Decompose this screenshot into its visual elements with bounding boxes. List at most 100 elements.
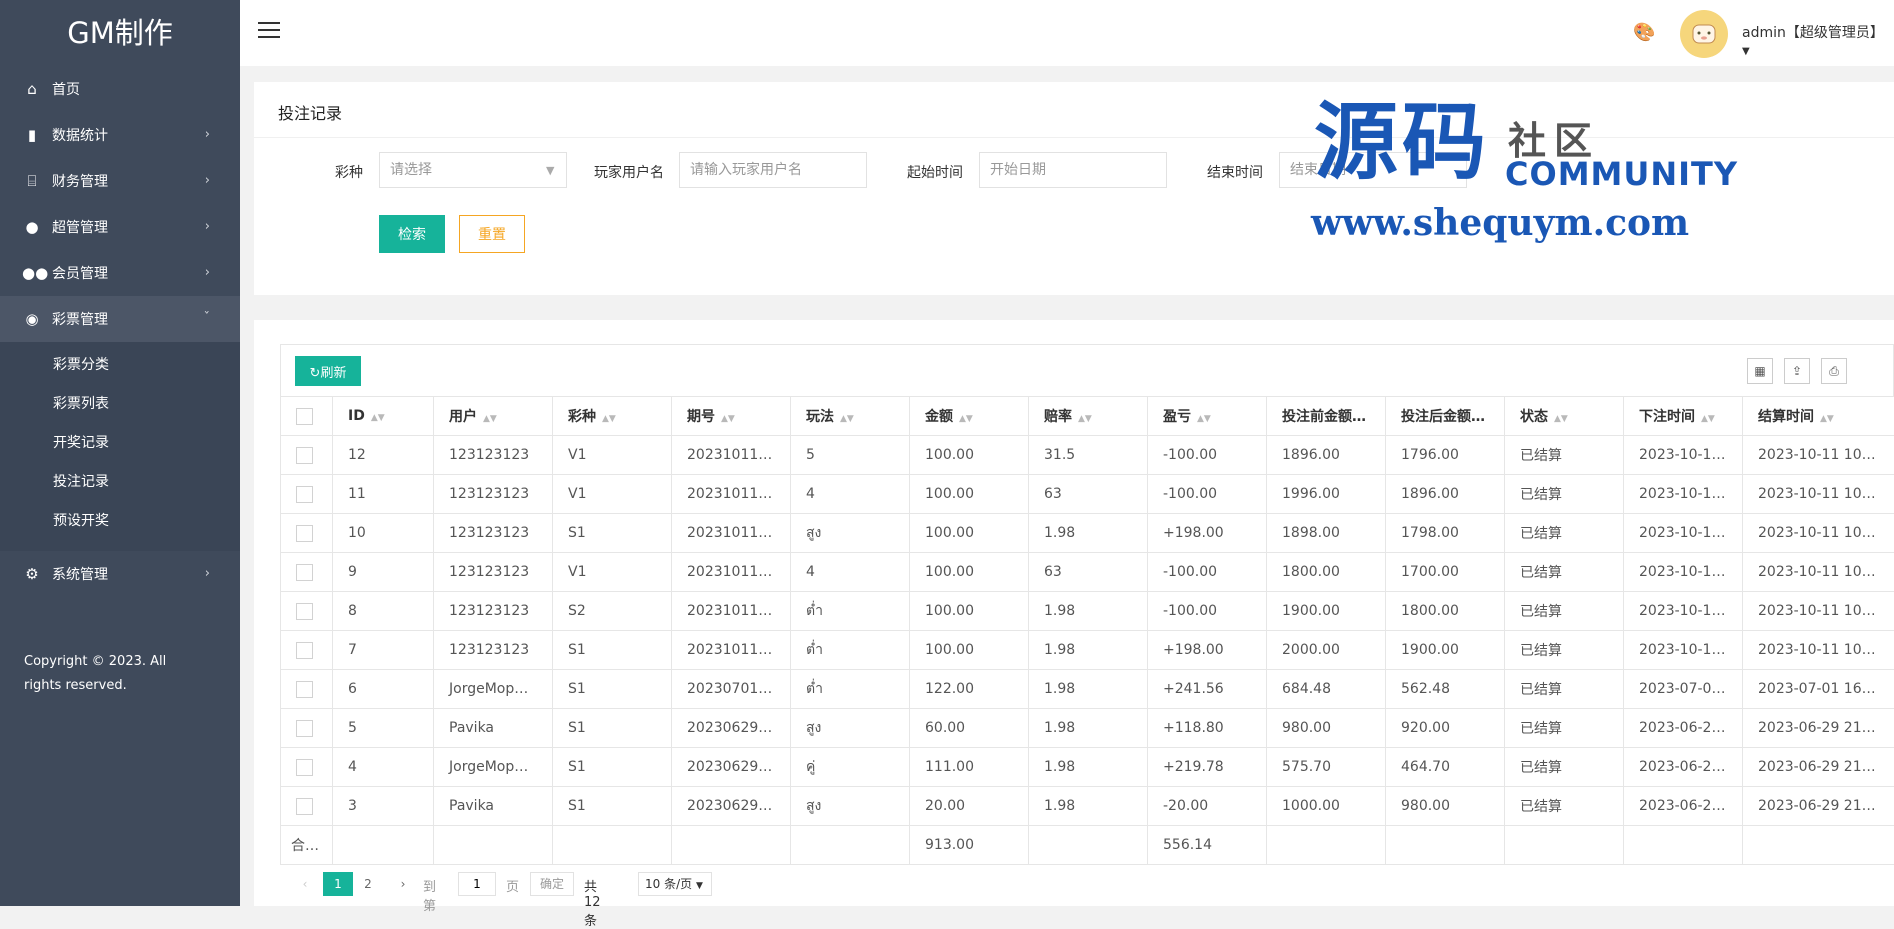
table-toolbar: ↻刷新 ▦ ⇪ ⎙	[280, 344, 1894, 396]
col-header[interactable]: 下注时间▲▼	[1624, 397, 1743, 436]
sidebar-item-statistics[interactable]: ▮数据统计 ›	[0, 112, 240, 158]
cell-amount: 100.00	[910, 514, 1029, 553]
col-header[interactable]: ID▲▼	[333, 397, 434, 436]
cell-pnl: -100.00	[1148, 436, 1267, 475]
cell-play: ต่ำ	[791, 592, 910, 631]
col-header[interactable]: 状态▲▼	[1505, 397, 1624, 436]
user-menu[interactable]: admin【超级管理员】 ▼	[1742, 22, 1894, 58]
col-header[interactable]: 期号▲▼	[672, 397, 791, 436]
start-date-input[interactable]	[979, 152, 1167, 188]
row-select-cell	[281, 514, 333, 553]
sort-icon[interactable]: ▲▼	[602, 414, 616, 424]
reset-button[interactable]: 重置	[459, 215, 525, 253]
row-checkbox[interactable]	[296, 798, 313, 815]
col-header[interactable]: 用户▲▼	[434, 397, 553, 436]
cell-settle-time: 2023-10-11 10:52	[1743, 592, 1894, 631]
avatar[interactable]	[1680, 10, 1728, 58]
cell-settle-time: 2023-10-11 10:52	[1743, 514, 1894, 553]
col-header[interactable]: 赔率▲▼	[1029, 397, 1148, 436]
col-header[interactable]: 结算时间▲▼	[1743, 397, 1894, 436]
page-2[interactable]: 2	[353, 872, 383, 896]
cell-odds: 1.98	[1029, 631, 1148, 670]
sort-icon[interactable]: ▲▼	[1554, 414, 1568, 424]
sort-icon[interactable]: ▲▼	[1820, 414, 1834, 424]
row-checkbox[interactable]	[296, 486, 313, 503]
cell-pnl: +198.00	[1148, 631, 1267, 670]
next-page-icon[interactable]: ›	[388, 872, 418, 896]
table-row[interactable]: 5PavikaS1202306293…สูง60.001.98+118.8098…	[281, 709, 1894, 748]
cell-after: 562.48	[1386, 670, 1505, 709]
sidebar-item-members[interactable]: ●●会员管理 ›	[0, 250, 240, 296]
row-checkbox[interactable]	[296, 564, 313, 581]
sidebar-subitem-lottery-list[interactable]: 彩票列表	[0, 385, 240, 424]
col-header[interactable]: 彩种▲▼	[553, 397, 672, 436]
cell-id: 6	[333, 670, 434, 709]
sidebar-item-lottery[interactable]: ◉彩票管理 ˇ	[0, 296, 240, 342]
row-checkbox[interactable]	[296, 525, 313, 542]
goto-confirm-button[interactable]: 确定	[530, 872, 574, 896]
watermark-community: COMMUNITY	[1505, 155, 1738, 193]
export-icon[interactable]: ⇪	[1784, 358, 1810, 384]
table-row[interactable]: 10123123123S1202310111…สูง100.001.98+198…	[281, 514, 1894, 553]
row-checkbox[interactable]	[296, 681, 313, 698]
goto-page-input[interactable]	[458, 872, 496, 896]
sort-icon[interactable]: ▲▼	[959, 414, 973, 424]
columns-icon[interactable]: ▦	[1747, 358, 1773, 384]
table-row[interactable]: 9123123123V1202310111…4100.0063-100.0018…	[281, 553, 1894, 592]
menu-toggle-icon[interactable]	[258, 22, 280, 40]
select-all-checkbox[interactable]	[296, 408, 313, 425]
col-header[interactable]: 投注前金额▲▼	[1267, 397, 1386, 436]
cell-settle-time: 2023-07-01 16:48	[1743, 670, 1894, 709]
sort-icon[interactable]: ▲▼	[1197, 414, 1211, 424]
cell-pnl: -20.00	[1148, 787, 1267, 826]
chevron-right-icon: ›	[205, 250, 210, 296]
sort-icon[interactable]: ▲▼	[1078, 414, 1092, 424]
sidebar-item-finance[interactable]: ⌸财务管理 ›	[0, 158, 240, 204]
col-header[interactable]: 盈亏▲▼	[1148, 397, 1267, 436]
sidebar-item-system[interactable]: ⚙系统管理 ›	[0, 551, 240, 597]
user-icon: ●	[22, 204, 42, 250]
sidebar-subitem-draw-records[interactable]: 开奖记录	[0, 424, 240, 463]
table-row[interactable]: 6JorgeMophosS1202307011…ต่ำ122.001.98+24…	[281, 670, 1894, 709]
table-row[interactable]: 12123123123V1202310111…5100.0031.5-100.0…	[281, 436, 1894, 475]
row-checkbox[interactable]	[296, 642, 313, 659]
sort-icon[interactable]: ▲▼	[371, 413, 385, 423]
cell-issue: 202310111…	[672, 514, 791, 553]
page-1[interactable]: 1	[323, 872, 353, 896]
table-row[interactable]: 11123123123V1202310111…4100.0063-100.001…	[281, 475, 1894, 514]
prev-page-icon[interactable]: ‹	[290, 872, 320, 896]
row-checkbox[interactable]	[296, 759, 313, 776]
row-checkbox[interactable]	[296, 447, 313, 464]
sidebar-subitem-lottery-category[interactable]: 彩票分类	[0, 346, 240, 385]
sidebar-subitem-bet-records[interactable]: 投注记录	[0, 463, 240, 502]
table-row[interactable]: 4JorgeMophosS1202306293…คู่111.001.98+21…	[281, 748, 1894, 787]
sort-icon[interactable]: ▲▼	[721, 414, 735, 424]
sidebar-item-home[interactable]: ⌂首页	[0, 66, 240, 112]
table-row[interactable]: 8123123123S2202310112…ต่ำ100.001.98-100.…	[281, 592, 1894, 631]
cell-id: 12	[333, 436, 434, 475]
player-input[interactable]	[679, 152, 867, 188]
sort-icon[interactable]: ▲▼	[840, 414, 854, 424]
cell-amount: 111.00	[910, 748, 1029, 787]
row-checkbox[interactable]	[296, 603, 313, 620]
lottery-select[interactable]	[379, 152, 567, 188]
col-header[interactable]: 玩法▲▼	[791, 397, 910, 436]
cell-play: สูง	[791, 514, 910, 553]
cell-pnl: -100.00	[1148, 475, 1267, 514]
row-checkbox[interactable]	[296, 720, 313, 737]
cell-user: Pavika	[434, 787, 553, 826]
sidebar-item-admins[interactable]: ●超管管理 ›	[0, 204, 240, 250]
sidebar-subitem-preset-draw[interactable]: 预设开奖	[0, 502, 240, 541]
col-header[interactable]: 投注后金额▲▼	[1386, 397, 1505, 436]
search-button[interactable]: 检索	[379, 215, 445, 253]
col-header[interactable]: 金额▲▼	[910, 397, 1029, 436]
table-row[interactable]: 3PavikaS1202306293…สูง20.001.98-20.00100…	[281, 787, 1894, 826]
sort-icon[interactable]: ▲▼	[1701, 414, 1715, 424]
table-row[interactable]: 7123123123S1202310111…ต่ำ100.001.98+198.…	[281, 631, 1894, 670]
page-size-select[interactable]: 10 条/页 ▼	[638, 872, 712, 896]
palette-icon[interactable]: 🎨	[1633, 22, 1655, 43]
print-icon[interactable]: ⎙	[1821, 358, 1847, 384]
row-select-cell	[281, 709, 333, 748]
refresh-button[interactable]: ↻刷新	[295, 356, 361, 386]
sort-icon[interactable]: ▲▼	[483, 414, 497, 424]
